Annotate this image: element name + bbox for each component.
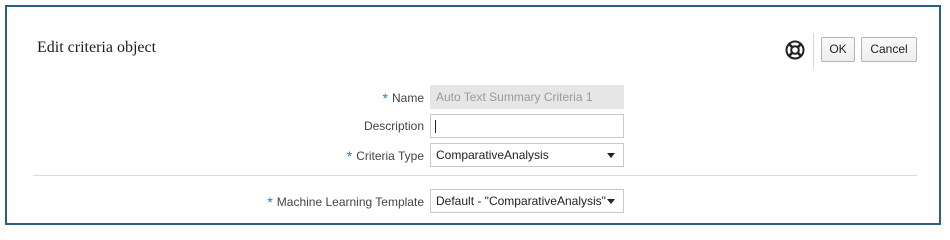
- cancel-button[interactable]: Cancel: [861, 37, 917, 62]
- name-label: * Name: [382, 90, 424, 106]
- name-field: Auto Text Summary Criteria 1: [430, 85, 624, 109]
- required-marker: *: [267, 194, 273, 210]
- description-row: Description: [7, 114, 939, 138]
- criteria-type-row: * Criteria Type ComparativeAnalysis: [7, 143, 939, 167]
- ok-button[interactable]: OK: [821, 37, 855, 62]
- criteria-type-select[interactable]: ComparativeAnalysis: [430, 143, 624, 167]
- ml-template-label: * Machine Learning Template: [267, 194, 424, 210]
- criteria-type-label: * Criteria Type: [346, 148, 424, 164]
- ml-template-select[interactable]: Default - "ComparativeAnalysis": [430, 189, 624, 213]
- name-row: * Name Auto Text Summary Criteria 1: [7, 85, 939, 109]
- description-label: Description: [363, 119, 424, 133]
- required-marker: *: [346, 148, 353, 164]
- dropdown-arrow-icon: [607, 153, 615, 158]
- edit-criteria-dialog: Edit criteria object OK Cancel * Name Aut…: [5, 5, 941, 225]
- required-marker: *: [382, 90, 388, 106]
- description-field[interactable]: [430, 114, 624, 138]
- dialog-title: Edit criteria object: [37, 39, 157, 56]
- section-divider: [33, 175, 917, 176]
- text-cursor: [435, 120, 436, 133]
- ml-template-row: * Machine Learning Template Default - "Co…: [7, 189, 939, 213]
- toolbar-divider: [813, 33, 814, 69]
- help-lifebuoy-icon[interactable]: [784, 39, 806, 61]
- dropdown-arrow-icon: [607, 199, 615, 204]
